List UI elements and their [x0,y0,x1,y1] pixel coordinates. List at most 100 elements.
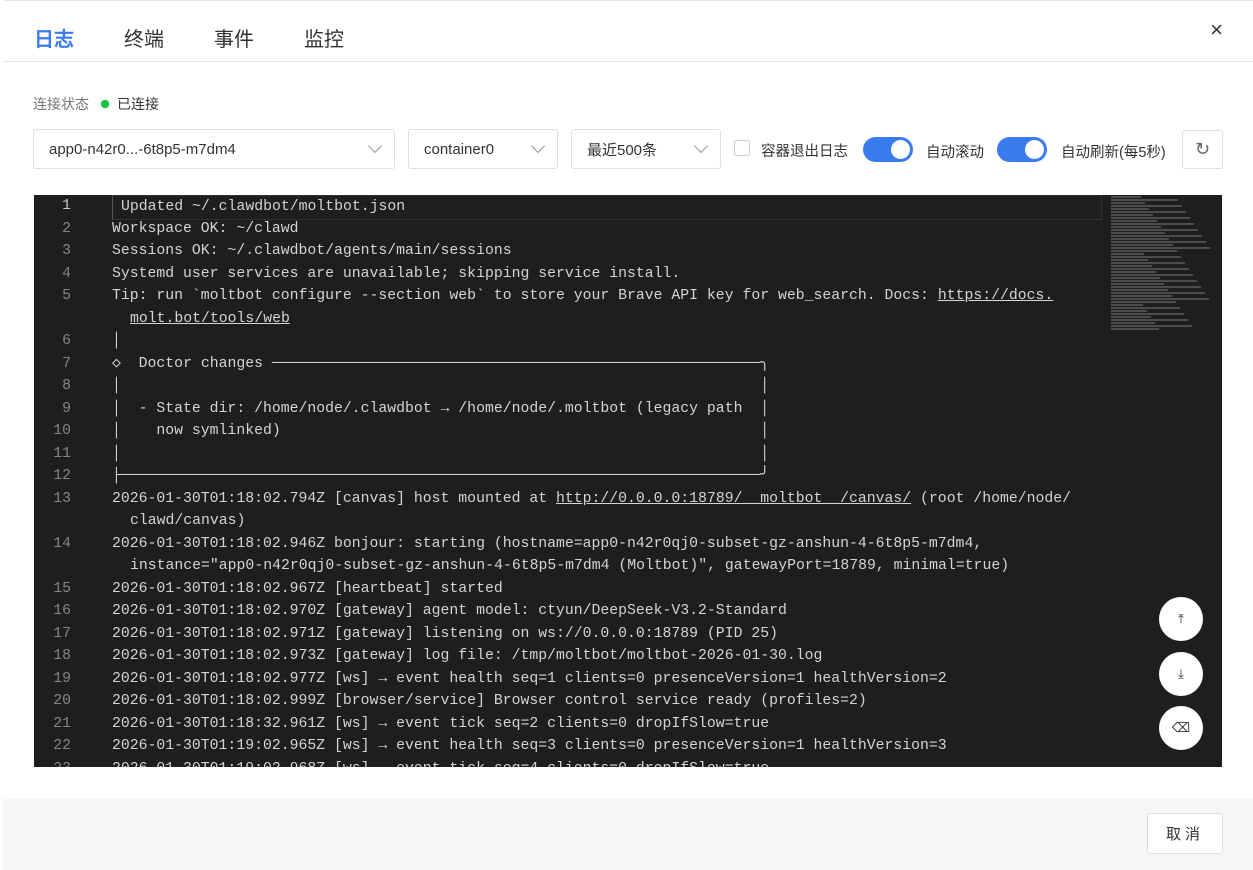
line-number: 12 [53,468,71,484]
range-select[interactable]: 最近500条 [571,129,721,169]
chevron-down-icon [693,138,709,154]
log-text: Updated ~/.clawdbot/moltbot.json [112,195,1102,220]
minimap-line [1111,262,1185,264]
close-icon[interactable]: × [1210,17,1223,43]
log-text: 2026-01-30T01:19:02.968Z [ws] → event ti… [112,758,769,768]
refresh-button[interactable]: ↻ [1182,130,1223,169]
minimap-line [1111,202,1145,204]
log-link[interactable]: http://0.0.0.0:18789/__moltbot__/canvas/ [556,491,911,507]
minimap-line [1111,316,1151,318]
log-text: ├───────────────────────────────────────… [112,465,769,488]
line-number: 3 [62,243,71,259]
log-segment: 2026-01-30T01:18:32.961Z [ws] → event ti… [112,715,770,732]
log-line: 16 2026-01-30T01:18:02.970Z [gateway] age… [34,600,1222,623]
line-number: 13 [53,490,71,507]
log-text: │ - State dir: /home/node/.clawdbot → /h… [112,398,769,421]
minimap[interactable] [1111,195,1221,335]
connection-status-value: 已连接 [117,96,159,112]
auto-refresh-toggle[interactable] [997,137,1047,162]
minimap-line [1111,232,1165,234]
exit-log-checkbox[interactable] [734,140,750,156]
log-line: 4 Systemd user services are unavailable; … [34,263,1222,286]
clear-log-button[interactable]: ⌫ [1159,706,1203,750]
refresh-icon: ↻ [1194,139,1211,159]
tab-logs[interactable]: 日志 [34,23,74,52]
minimap-line [1111,199,1178,201]
log-segment: Tip: run `moltbot configure --section we… [112,288,938,304]
minimap-line [1111,253,1144,255]
log-line: 15 2026-01-30T01:18:02.967Z [heartbeat] s… [34,578,1222,601]
minimap-line [1111,250,1177,252]
log-segment: ├───────────────────────────────────────… [112,468,770,484]
tab-events[interactable]: 事件 [214,23,254,52]
exit-log-label[interactable]: 容器退出日志 [761,140,848,161]
minimap-line [1111,292,1205,294]
log-line: 21 2026-01-30T01:18:32.961Z [ws] → event … [34,713,1222,736]
log-text: │ now symlinked) │ [112,420,769,443]
tab-terminal[interactable]: 终端 [124,23,164,52]
log-line: 12 ├─────────────────────────────────────… [34,465,1222,488]
line-number: 5 [62,288,71,304]
log-segment: 2026-01-30T01:18:02.946Z bonjour: starti… [112,535,983,552]
log-text: 2026-01-30T01:18:02.999Z [browser/servic… [112,690,867,713]
line-number: 15 [53,580,71,597]
log-text: Tip: run `moltbot configure --section we… [112,285,1053,308]
scroll-bottom-button[interactable]: ⤓ [1159,652,1203,696]
tab-monitoring[interactable]: 监控 [304,23,344,52]
log-line: instance="app0-n42r0qj0-subset-gz-anshun… [34,555,1222,578]
log-line: 6 │ [34,330,1222,353]
minimap-line [1111,247,1210,249]
log-segment: 2026-01-30T01:18:02.977Z [ws] → event he… [112,670,947,687]
log-text: 2026-01-30T01:18:02.794Z [canvas] host m… [112,488,1071,511]
log-text: 2026-01-30T01:19:02.965Z [ws] → event he… [112,735,947,758]
line-number: 11 [53,445,71,462]
minimap-line [1111,289,1168,291]
line-number: 8 [62,378,71,394]
status-dot-icon [101,100,109,108]
chevron-down-icon [367,138,383,154]
log-line: 2 Workspace OK: ~/clawd [34,218,1222,241]
container-select[interactable]: container0 [408,129,558,169]
pod-select[interactable]: app0-n42r0...-6t8p5-m7dm4 [33,129,395,169]
log-line: 17 2026-01-30T01:18:02.971Z [gateway] lis… [34,623,1222,646]
line-number: 2 [62,220,71,237]
chevron-down-icon [530,138,546,154]
log-segment: 2026-01-30T01:19:02.965Z [ws] → event he… [112,738,947,754]
scroll-top-button[interactable]: ⤒ [1159,597,1203,641]
log-line: 18 2026-01-30T01:18:02.973Z [gateway] log… [34,645,1222,668]
minimap-line [1111,295,1172,297]
log-link[interactable]: molt.bot/tools/web [130,311,290,327]
line-number: 17 [53,625,71,642]
line-number: 22 [53,738,71,754]
minimap-line [1111,208,1149,210]
log-text: 2026-01-30T01:18:02.946Z bonjour: starti… [112,533,982,556]
cancel-button[interactable]: 取消 [1147,813,1223,854]
minimap-line [1111,310,1147,312]
log-segment: 2026-01-30T01:18:02.999Z [browser/servic… [112,693,867,709]
log-segment: Updated ~/.clawdbot/moltbot.json [121,199,406,215]
auto-scroll-toggle[interactable] [863,137,913,162]
log-line: 11 │ │ [34,443,1222,466]
minimap-line [1111,280,1197,282]
minimap-line [1111,277,1160,279]
log-line: 1 Updated ~/.clawdbot/moltbot.json [34,195,1222,220]
log-line: 8 │ │ [34,375,1222,398]
minimap-line [1111,244,1173,246]
log-line: clawd/canvas) [34,510,1222,533]
log-segment: Sessions OK: ~/.clawdbot/agents/main/ses… [112,243,512,259]
line-number: 20 [53,693,71,709]
log-text: │ │ [112,375,769,398]
log-line: 20 2026-01-30T01:18:02.999Z [browser/serv… [34,690,1222,713]
minimap-line [1111,235,1202,237]
connection-status: 连接状态 已连接 [33,94,159,114]
log-text: molt.bot/tools/web [130,308,290,331]
log-segment: Workspace OK: ~/clawd [112,220,299,237]
auto-scroll-label: 自动滚动 [926,145,984,161]
log-text: clawd/canvas) [130,510,245,533]
log-viewer[interactable]: 1 Updated ~/.clawdbot/moltbot.json 2 Worksp… [34,195,1222,767]
minimap-line [1111,265,1152,267]
log-link[interactable]: https://docs. [938,288,1053,304]
log-line: 5 Tip: run `moltbot configure --section w… [34,285,1222,308]
log-text: Systemd user services are unavailable; s… [112,263,680,286]
minimap-line [1111,214,1153,216]
